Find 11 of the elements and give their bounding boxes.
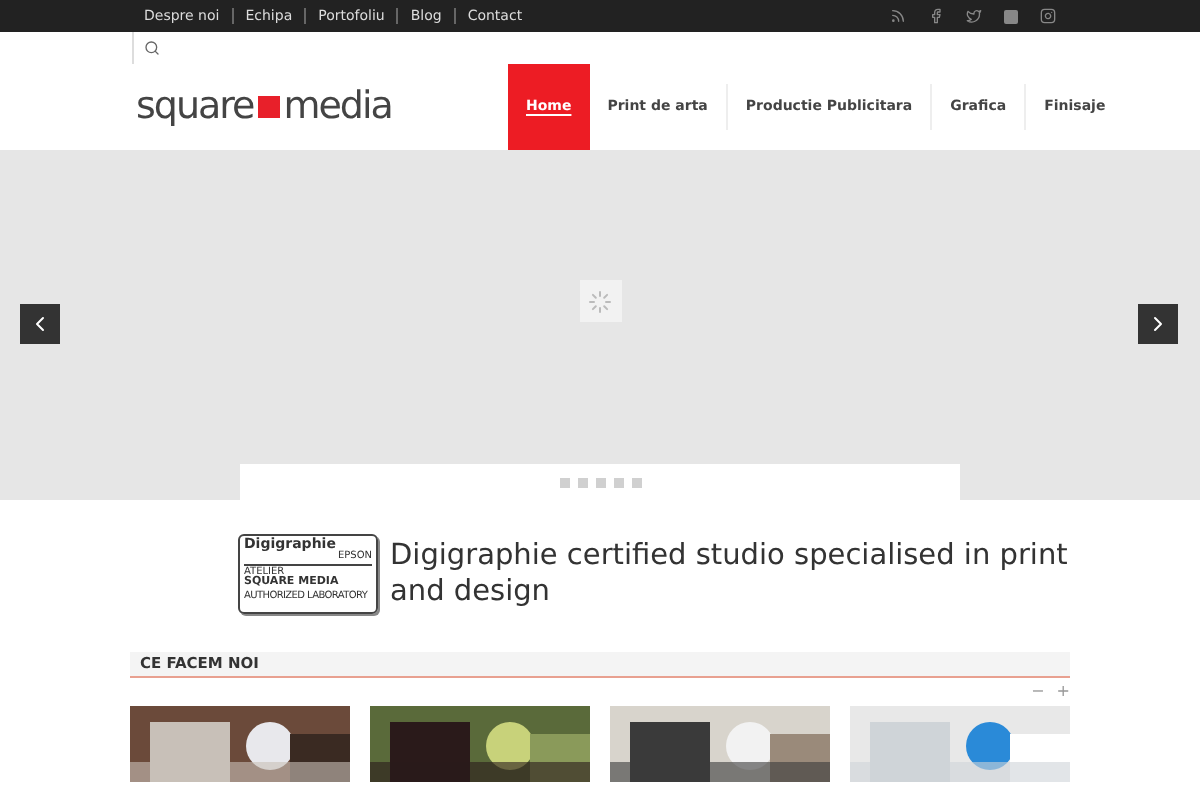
square-icon[interactable] (1004, 9, 1018, 23)
headline: Digigraphie certified studio specialised in print and design (390, 538, 1070, 610)
instagram-icon[interactable] (1040, 8, 1056, 24)
previous-button[interactable] (20, 304, 60, 344)
facebook-icon[interactable] (928, 8, 944, 24)
next-button[interactable] (1138, 304, 1178, 344)
logo[interactable]: square media (136, 88, 508, 126)
loading-spinner (579, 280, 621, 322)
rss-icon[interactable] (890, 8, 906, 24)
twitter-icon[interactable] (966, 8, 982, 24)
search-icon[interactable] (144, 40, 160, 56)
